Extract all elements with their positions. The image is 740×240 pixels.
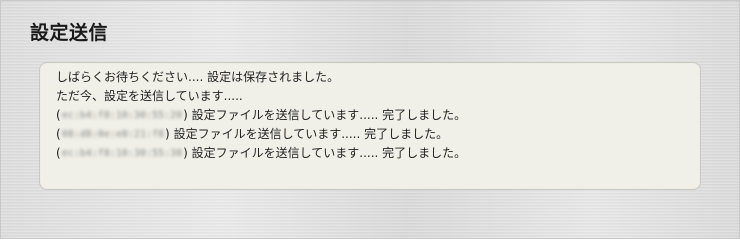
message-panel: しばらくお待ちください.... 設定は保存されました。 ただ今、設定を送信してい…: [39, 62, 701, 190]
device-id-blurred: ec:b4:f8:10:30:55:20: [61, 110, 183, 121]
device-id-blurred: ec:b4:f8:10:30:55:38: [61, 148, 183, 159]
sending-message: ただ今、設定を送信しています.....: [56, 89, 243, 103]
page-background: 設定送信 しばらくお待ちください.... 設定は保存されました。 ただ今、設定を…: [0, 0, 740, 239]
device-id-blurred: 08:d8:0e:e8:21:f8: [61, 129, 165, 140]
device-status-text: 設定ファイルを送信しています..... 完了しました。: [173, 127, 449, 141]
device-status-row: (08:d8:0e:e8:21:f8) 設定ファイルを送信しています..... …: [56, 125, 700, 144]
device-status-row: (ec:b4:f8:10:30:55:38) 設定ファイルを送信しています...…: [56, 144, 700, 163]
device-status-row: (ec:b4:f8:10:30:55:20) 設定ファイルを送信しています...…: [56, 106, 700, 125]
saved-message: しばらくお待ちください.... 設定は保存されました。: [56, 70, 340, 84]
page-title: 設定送信: [30, 22, 109, 44]
device-status-text: 設定ファイルを送信しています..... 完了しました。: [191, 108, 467, 122]
device-status-text: 設定ファイルを送信しています..... 完了しました。: [191, 146, 467, 160]
